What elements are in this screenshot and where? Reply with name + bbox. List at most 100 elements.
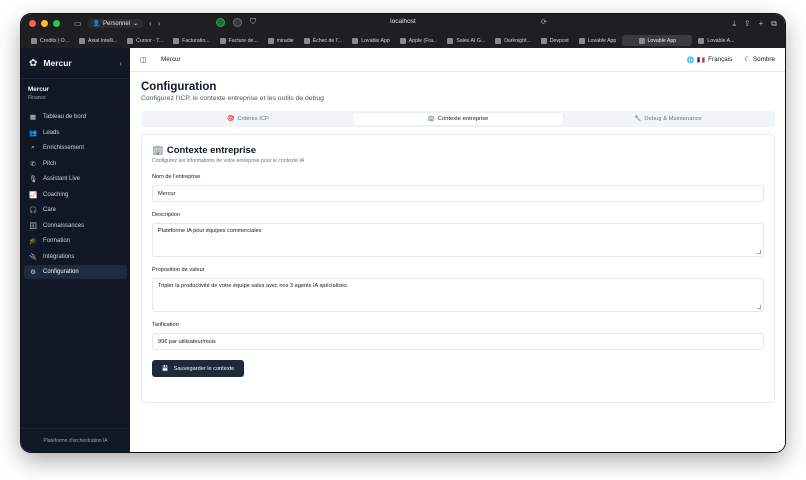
tab-building[interactable]: 🏢 Contexte entreprise	[353, 113, 563, 125]
bookmark-item[interactable]: Axial Intelli...	[75, 35, 121, 46]
sidebar-item-label: Assistant Live	[43, 176, 81, 182]
sidebar-item-connaissances[interactable]: 🗄 Connaissances	[24, 219, 127, 233]
bookmark-label: Sales AI G...	[456, 37, 486, 44]
sidebar-item-leads[interactable]: 👥 Leads	[24, 126, 127, 140]
shield-icon[interactable]: ⛉	[250, 18, 256, 27]
bookmarks-bar: Credits | O... Axial Intelli... Cursor - T…	[21, 33, 785, 48]
forward-icon[interactable]: ›	[158, 19, 161, 28]
bookmark-item[interactable]: Lovable A...	[694, 35, 738, 46]
pricing-input[interactable]: 99€ par utilisateur/mois	[152, 333, 764, 350]
panel-toggle-icon[interactable]: ◫	[140, 56, 152, 64]
resize-handle[interactable]	[757, 250, 761, 254]
bookmark-item[interactable]: Facturatio...	[169, 35, 213, 46]
logo-icon: ✿	[29, 57, 38, 69]
users-icon: 👥	[29, 129, 38, 137]
chevron-left-icon[interactable]: ‹	[119, 59, 122, 68]
page-content: Configuration Configurez l'ICP, le conte…	[130, 72, 785, 403]
tab-wrench[interactable]: 🔧 Debug & Maintenance	[563, 113, 773, 125]
sidebar-item-integrations[interactable]: 🔌 Intégrations	[24, 250, 127, 264]
theme-toggle[interactable]: ☾ Sombre	[744, 56, 775, 63]
organization[interactable]: Mercur Finance	[21, 79, 130, 107]
topbar: ◫ Mercur 🌐 🇫🇷 Français ☾ Sombre	[130, 48, 785, 72]
sidebar-item-coaching[interactable]: 📈 Coaching	[24, 188, 127, 202]
sidebar-item-label: Leads	[43, 129, 60, 136]
bookmark-label: Devpost	[549, 37, 569, 44]
save-icon: 💾	[161, 365, 169, 372]
bookmark-item[interactable]: Cursor - T...	[123, 35, 167, 46]
card-title-text: Contexte entreprise	[166, 145, 257, 156]
bookmark-item[interactable]: Lovable App	[575, 35, 621, 46]
share-icon[interactable]: ⇪	[744, 19, 751, 28]
profile-switcher[interactable]: 👤 Personnel ⌄	[87, 19, 144, 28]
gear-icon: ⚙	[30, 269, 36, 276]
extension-icon[interactable]	[233, 18, 242, 27]
bookmark-item[interactable]: Credits | O...	[27, 35, 73, 46]
value-prop-textarea[interactable]: Tripler la productivité de votre équipe …	[152, 278, 764, 312]
theme-label: Sombre	[752, 56, 775, 63]
sidebar-item-configuration[interactable]: ⚙ Configuration	[24, 265, 127, 279]
address-bar[interactable]: localhost	[390, 18, 416, 25]
company-name-field-group: Nom de l'entreprise Mercur	[152, 174, 764, 202]
bookmark-item[interactable]: Lovable App	[622, 35, 693, 46]
bookmark-item[interactable]: Devpost	[537, 35, 573, 46]
bookmark-label: Cursor - T...	[136, 37, 164, 44]
favicon-icon	[219, 37, 226, 44]
card-title: 🏢 Contexte entreprise	[152, 145, 764, 156]
bookmark-item[interactable]: Darknight...	[491, 35, 535, 46]
company-name-input[interactable]: Mercur	[152, 185, 764, 202]
description-textarea[interactable]: Plateforme IA pour équipes commerciales	[152, 223, 764, 257]
favicon-icon	[127, 37, 134, 44]
window-controls	[29, 20, 60, 27]
company-context-card: 🏢 Contexte entreprise Configurez les inf…	[141, 134, 775, 403]
sidebar-item-enrichissement[interactable]: ⌕ Enrichissement	[24, 141, 127, 155]
chart-icon: 📈	[29, 191, 38, 199]
favicon-icon	[638, 37, 645, 44]
tab-label: Critères ICP	[237, 116, 269, 122]
new-tab-icon[interactable]: +	[759, 19, 764, 28]
tab-label: Debug & Maintenance	[644, 116, 702, 122]
language-label: Français	[708, 56, 733, 63]
bookmark-label: Darknight...	[504, 37, 531, 44]
bookmark-label: Lovable App	[647, 37, 677, 44]
back-icon[interactable]: ‹	[149, 19, 152, 28]
tab-target[interactable]: 🎯 Critères ICP	[143, 113, 353, 125]
sidebar-item-care[interactable]: 🎧 Care	[24, 203, 127, 217]
resize-handle[interactable]	[757, 305, 761, 309]
bookmark-label: Facturatio...	[182, 37, 210, 44]
tabs-overview-icon[interactable]: ⧉	[771, 19, 777, 28]
sidebar-footer: Plateforme d'orchestration IA	[21, 428, 130, 452]
sidebar-item-label: Intégrations	[43, 253, 75, 260]
bookmark-item[interactable]: miradie	[264, 35, 298, 46]
value-prop-field-group: Proposition de valeur Tripler la product…	[152, 267, 764, 312]
card-subtitle: Configurez les informations de votre ent…	[152, 158, 305, 164]
tab-label: Contexte entreprise	[437, 116, 489, 122]
bookmark-item[interactable]: Lovable App	[348, 35, 394, 46]
save-context-button[interactable]: 💾 Sauvegarder le contexte	[152, 360, 244, 377]
bookmark-item[interactable]: Apple (Fra...	[396, 35, 442, 46]
bookmark-label: Lovable App	[587, 37, 617, 44]
bookmark-item[interactable]: Sales AI G...	[443, 35, 489, 46]
language-switcher[interactable]: 🌐 🇫🇷 Français	[686, 56, 732, 64]
reload-icon[interactable]: ⟳	[541, 18, 547, 26]
sidebar-toggle-icon[interactable]: ▭	[74, 19, 82, 28]
sidebar-item-assistant-live[interactable]: 🎙 Assistant Live	[24, 172, 127, 186]
maximize-window-button[interactable]	[53, 20, 60, 27]
graduation-cap-icon: 🎓	[29, 238, 38, 245]
moon-icon: ☾	[744, 56, 750, 63]
sidebar: ✿ Mercur ‹ Mercur Finance ▦ Tableau de bo…	[21, 48, 130, 452]
description-label: Description	[152, 212, 180, 218]
extension-icon[interactable]	[216, 18, 225, 27]
org-name: Mercur	[28, 86, 49, 93]
bookmark-item[interactable]: Échec de l'...	[300, 35, 347, 46]
brand-name: Mercur	[43, 58, 72, 68]
person-icon: 👤	[92, 21, 101, 27]
breadcrumb: Mercur	[161, 56, 181, 63]
sidebar-item-tableau-de-bord[interactable]: ▦ Tableau de bord	[24, 110, 127, 124]
minimize-window-button[interactable]	[41, 20, 48, 27]
bookmark-item[interactable]: Facture de...	[216, 35, 262, 46]
close-window-button[interactable]	[29, 20, 36, 27]
sidebar-item-pitch[interactable]: ✆ Pitch	[24, 157, 127, 171]
download-icon[interactable]: ⤓	[732, 19, 736, 28]
sidebar-item-formation[interactable]: 🎓 Formation	[24, 234, 127, 248]
org-subtitle: Finance	[28, 95, 46, 101]
